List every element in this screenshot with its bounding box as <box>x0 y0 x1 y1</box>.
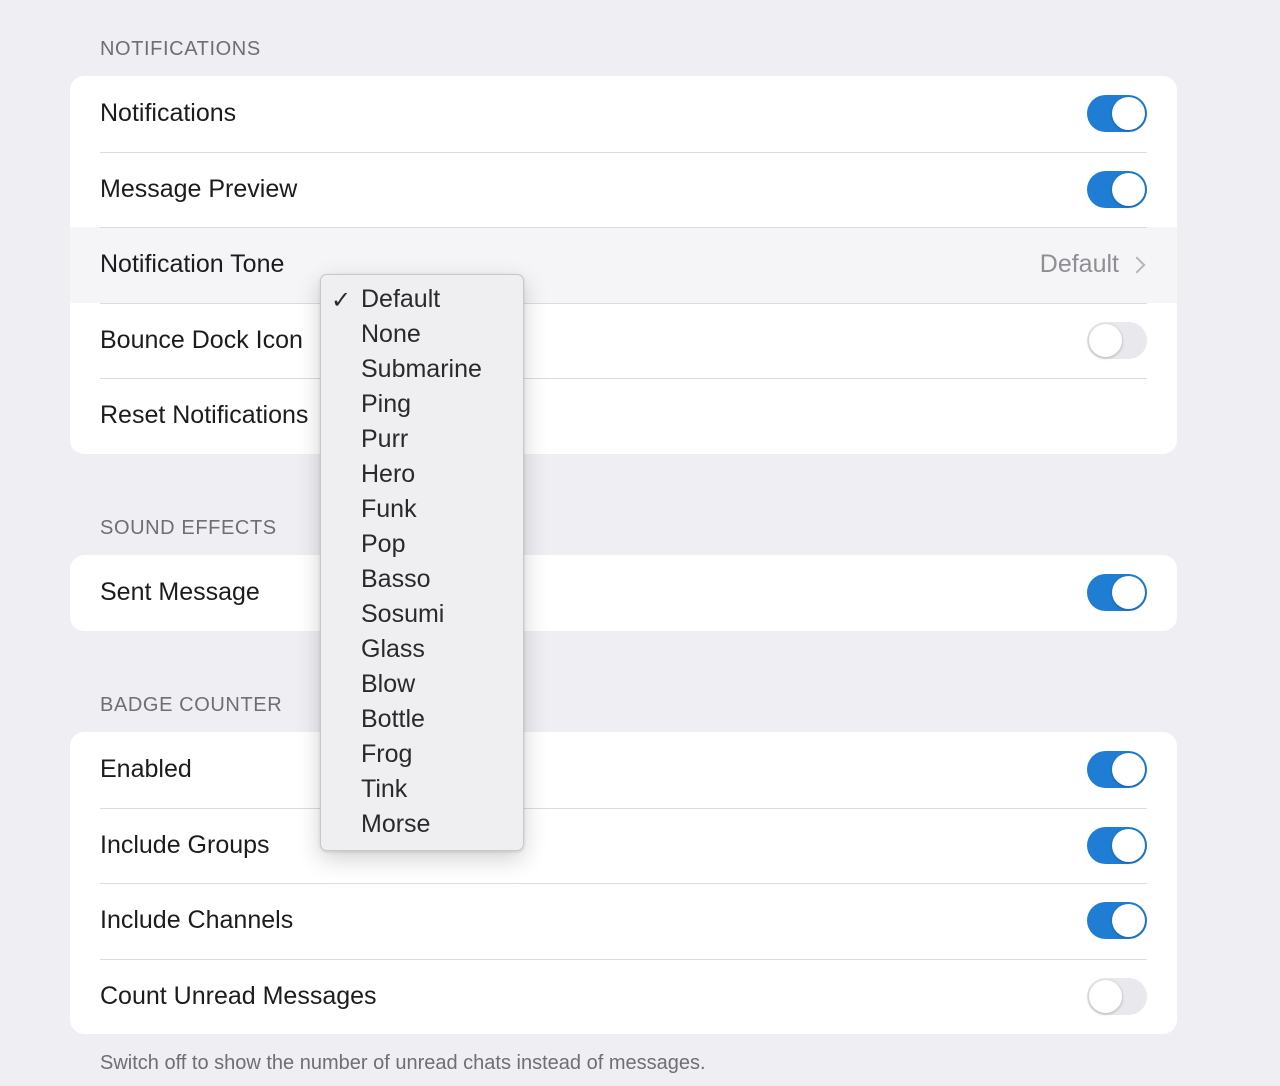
menu-item-label: Funk <box>361 495 417 523</box>
notification-tone-menu: ✓ Default None Submarine Ping Purr Hero … <box>320 274 524 851</box>
toggle-knob <box>1089 979 1122 1013</box>
menu-item-frog[interactable]: Frog <box>321 737 523 772</box>
menu-item-label: Frog <box>361 740 413 768</box>
count-unread-messages-toggle[interactable] <box>1087 977 1147 1015</box>
row-reset-notifications[interactable]: Reset Notifications <box>70 378 1177 454</box>
row-label: Message Preview <box>100 174 298 203</box>
menu-item-tink[interactable]: Tink <box>321 772 523 807</box>
menu-item-purr[interactable]: Purr <box>321 422 523 457</box>
row-include-channels[interactable]: Include Channels <box>70 883 1177 959</box>
notifications-group: Notifications Message Preview Notificati… <box>70 76 1177 454</box>
section-header-badge-counter: BADGE COUNTER <box>100 694 283 716</box>
toggle-knob <box>1112 576 1145 610</box>
row-label: Notification Tone <box>100 250 285 279</box>
row-label: Bounce Dock Icon <box>100 325 303 354</box>
section-header-notifications: NOTIFICATIONS <box>100 38 261 60</box>
menu-item-submarine[interactable]: Submarine <box>321 352 523 387</box>
row-sent-message[interactable]: Sent Message <box>70 555 1177 631</box>
menu-item-basso[interactable]: Basso <box>321 562 523 597</box>
row-include-groups[interactable]: Include Groups <box>70 807 1177 884</box>
menu-item-default[interactable]: ✓ Default <box>321 282 523 317</box>
menu-item-label: Submarine <box>361 355 482 383</box>
row-bounce-dock-icon[interactable]: Bounce Dock Icon <box>70 302 1177 379</box>
message-preview-toggle[interactable] <box>1087 170 1147 208</box>
menu-item-label: Hero <box>361 460 416 488</box>
chevron-right-icon <box>1128 256 1146 274</box>
menu-item-pop[interactable]: Pop <box>321 527 523 562</box>
sound-effects-group: Sent Message <box>70 555 1177 631</box>
row-label: Enabled <box>100 755 192 784</box>
badge-counter-footer-note: Switch off to show the number of unread … <box>100 1052 706 1074</box>
menu-item-hero[interactable]: Hero <box>321 457 523 492</box>
bounce-dock-icon-toggle[interactable] <box>1087 321 1147 359</box>
menu-item-glass[interactable]: Glass <box>321 632 523 667</box>
menu-item-funk[interactable]: Funk <box>321 492 523 527</box>
badge-counter-group: Enabled Include Groups Include Channels … <box>70 732 1177 1034</box>
checkmark-icon: ✓ <box>331 286 352 314</box>
menu-item-sosumi[interactable]: Sosumi <box>321 597 523 632</box>
menu-item-label: Blow <box>361 670 416 698</box>
menu-item-label: Morse <box>361 810 431 838</box>
row-label: Reset Notifications <box>100 401 309 430</box>
menu-item-label: Pop <box>361 530 406 558</box>
menu-item-label: Glass <box>361 635 425 663</box>
menu-item-bottle[interactable]: Bottle <box>321 702 523 737</box>
include-channels-toggle[interactable] <box>1087 902 1147 940</box>
include-groups-toggle[interactable] <box>1087 826 1147 864</box>
row-label: Notifications <box>100 99 237 128</box>
sent-message-toggle[interactable] <box>1087 574 1147 612</box>
menu-item-ping[interactable]: Ping <box>321 387 523 422</box>
row-notification-tone[interactable]: Notification Tone Default <box>70 227 1177 303</box>
menu-item-label: Bottle <box>361 705 425 733</box>
section-header-sound-effects: SOUND EFFECTS <box>100 517 277 539</box>
row-message-preview[interactable]: Message Preview <box>70 151 1177 228</box>
menu-item-none[interactable]: None <box>321 317 523 352</box>
menu-item-label: None <box>361 320 421 348</box>
menu-item-label: Basso <box>361 565 431 593</box>
row-count-unread-messages[interactable]: Count Unread Messages <box>70 958 1177 1035</box>
menu-item-label: Ping <box>361 390 412 418</box>
row-label: Count Unread Messages <box>100 981 377 1010</box>
row-enabled[interactable]: Enabled <box>70 732 1177 808</box>
toggle-knob <box>1112 172 1145 206</box>
row-label: Include Channels <box>100 906 294 935</box>
menu-item-label: Sosumi <box>361 600 445 628</box>
toggle-knob <box>1112 904 1145 938</box>
menu-item-label: Tink <box>361 775 408 803</box>
menu-item-label: Purr <box>361 425 409 453</box>
menu-item-morse[interactable]: Morse <box>321 807 523 842</box>
row-label: Sent Message <box>100 578 260 607</box>
toggle-knob <box>1112 753 1145 787</box>
notification-tone-value: Default <box>1039 250 1119 279</box>
menu-item-label: Default <box>361 285 441 313</box>
row-notifications[interactable]: Notifications <box>70 76 1177 152</box>
toggle-knob <box>1112 97 1145 131</box>
enabled-toggle[interactable] <box>1087 751 1147 789</box>
row-label: Include Groups <box>100 830 270 859</box>
menu-item-blow[interactable]: Blow <box>321 667 523 702</box>
toggle-knob <box>1089 323 1122 357</box>
notifications-toggle[interactable] <box>1087 95 1147 133</box>
settings-page: NOTIFICATIONS Notifications Message Prev… <box>0 0 1280 1086</box>
toggle-knob <box>1112 828 1145 862</box>
